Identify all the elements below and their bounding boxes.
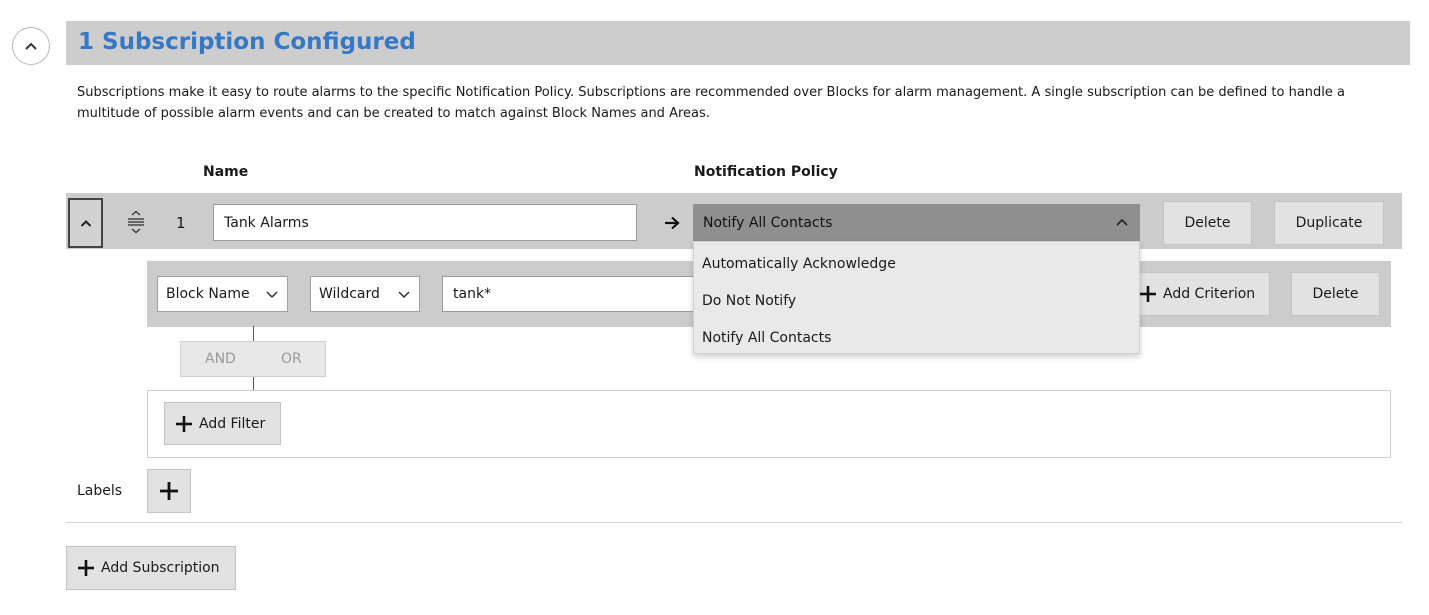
duplicate-subscription-button[interactable]: Duplicate: [1274, 201, 1384, 245]
dropdown-option-notify-all-contacts[interactable]: Notify All Contacts: [694, 319, 1139, 356]
notification-policy-select[interactable]: Notify All Contacts: [693, 204, 1140, 241]
criterion-operator-select[interactable]: Wildcard: [310, 276, 420, 312]
dropdown-option-do-not-notify[interactable]: Do Not Notify: [694, 282, 1139, 319]
drag-handle[interactable]: [122, 207, 150, 237]
section-header: 1 Subscription Configured: [66, 21, 1410, 65]
plus-icon: [176, 415, 192, 432]
and-option[interactable]: AND: [205, 351, 236, 367]
arrow-right-icon: [660, 211, 684, 235]
divider: [66, 522, 1402, 523]
delete-criterion-button[interactable]: Delete: [1291, 272, 1380, 316]
delete-subscription-button[interactable]: Delete: [1163, 201, 1252, 245]
or-option[interactable]: OR: [281, 351, 302, 367]
notification-policy-dropdown-menu: Automatically Acknowledge Do Not Notify …: [693, 241, 1140, 354]
add-label-button[interactable]: [147, 469, 191, 513]
plus-icon: [78, 560, 94, 576]
chevron-down-icon: [266, 291, 278, 299]
subscription-index: 1: [176, 214, 186, 232]
subscription-collapse-button[interactable]: [68, 198, 103, 248]
connector-line: [253, 326, 254, 341]
criterion-field-select[interactable]: Block Name: [157, 276, 288, 312]
chevron-up-icon: [1116, 218, 1128, 226]
section-title: 1 Subscription Configured: [78, 29, 416, 55]
and-or-toggle: AND OR: [180, 341, 326, 377]
labels-label: Labels: [77, 483, 123, 499]
chevron-down-icon: [398, 291, 410, 299]
add-filter-label: Add Filter: [199, 415, 266, 432]
plus-icon: [160, 482, 178, 500]
connector-line: [253, 377, 254, 390]
add-filter-button[interactable]: Add Filter: [164, 402, 281, 445]
notification-policy-column-label: Notification Policy: [694, 164, 838, 180]
section-description: Subscriptions make it easy to route alar…: [77, 85, 1346, 121]
notification-policy-value: Notify All Contacts: [703, 214, 833, 231]
add-criterion-button[interactable]: Add Criterion: [1128, 272, 1270, 316]
add-subscription-button[interactable]: Add Subscription: [66, 546, 236, 590]
criterion-value-input[interactable]: tank*: [442, 276, 702, 312]
subscription-name-input[interactable]: Tank Alarms: [213, 204, 637, 241]
criterion-field-value: Block Name: [166, 286, 250, 302]
drag-handle-icon: [128, 210, 144, 234]
filter-container: [147, 390, 1391, 458]
criterion-operator-value: Wildcard: [319, 286, 380, 302]
add-subscription-label: Add Subscription: [101, 560, 220, 576]
section-collapse-button[interactable]: [12, 27, 50, 65]
chevron-up-icon: [25, 42, 37, 50]
add-criterion-label: Add Criterion: [1163, 286, 1256, 302]
chevron-up-icon: [80, 219, 91, 227]
dropdown-option-auto-acknowledge[interactable]: Automatically Acknowledge: [694, 245, 1139, 282]
name-column-label: Name: [203, 164, 249, 180]
plus-icon: [1140, 286, 1156, 302]
